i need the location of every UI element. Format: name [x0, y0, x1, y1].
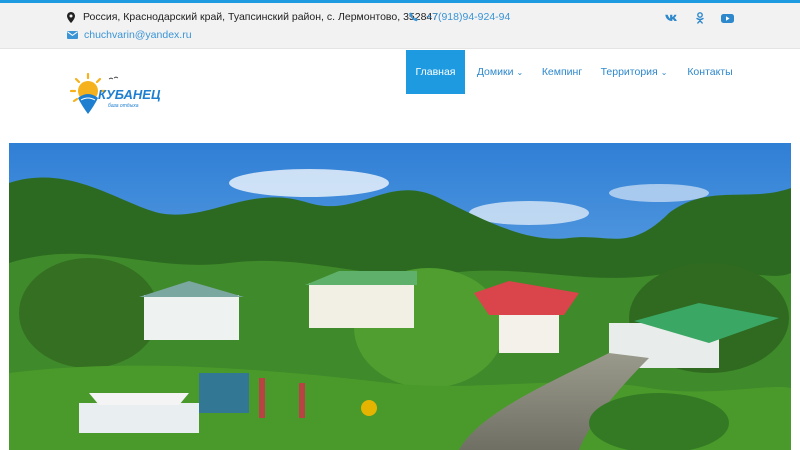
phone-link[interactable]: +7(918)94-924-94 — [426, 11, 510, 23]
email-item[interactable]: chuchvarin@yandex.ru — [66, 29, 192, 41]
chevron-down-icon: ⌄ — [660, 67, 668, 77]
svg-text:база отдыха: база отдыха — [108, 103, 139, 109]
svg-text:КУБАНЕЦ: КУБАНЕЦ — [98, 87, 161, 102]
top-info-bar: Россия, Краснодарский край, Туапсинский … — [0, 3, 800, 49]
nav-camping[interactable]: Кемпинг — [536, 50, 588, 94]
envelope-icon — [66, 29, 78, 41]
odnoklassniki-icon[interactable] — [693, 11, 707, 25]
nav-camping-label: Кемпинг — [541, 66, 583, 78]
nav-contacts[interactable]: Контакты — [682, 50, 738, 94]
site-logo[interactable]: КУБАНЕЦ база отдыха — [68, 72, 164, 116]
nav-cabins-label: Домики — [476, 66, 514, 78]
nav-cabins[interactable]: Домики ⌄ — [470, 50, 530, 94]
email-link[interactable]: chuchvarin@yandex.ru — [84, 29, 192, 41]
site-header: КУБАНЕЦ база отдыха Главная Домики ⌄ Кем… — [0, 50, 800, 142]
nav-home-label: Главная — [415, 66, 456, 78]
address-item: Россия, Краснодарский край, Туапсинский … — [65, 11, 438, 23]
hero-image — [9, 143, 791, 450]
address-text: Россия, Краснодарский край, Туапсинский … — [83, 11, 439, 23]
nav-contacts-label: Контакты — [687, 66, 733, 78]
chevron-down-icon: ⌄ — [516, 67, 524, 77]
map-marker-icon — [65, 11, 77, 23]
nav-territory[interactable]: Территория ⌄ — [598, 50, 670, 94]
phone-item[interactable]: +7(918)94-924-94 — [408, 11, 510, 23]
youtube-icon[interactable] — [720, 11, 734, 25]
phone-icon — [408, 11, 420, 23]
vk-icon[interactable] — [664, 11, 678, 25]
nav-territory-label: Территория — [600, 66, 658, 78]
nav-home[interactable]: Главная — [406, 50, 465, 94]
